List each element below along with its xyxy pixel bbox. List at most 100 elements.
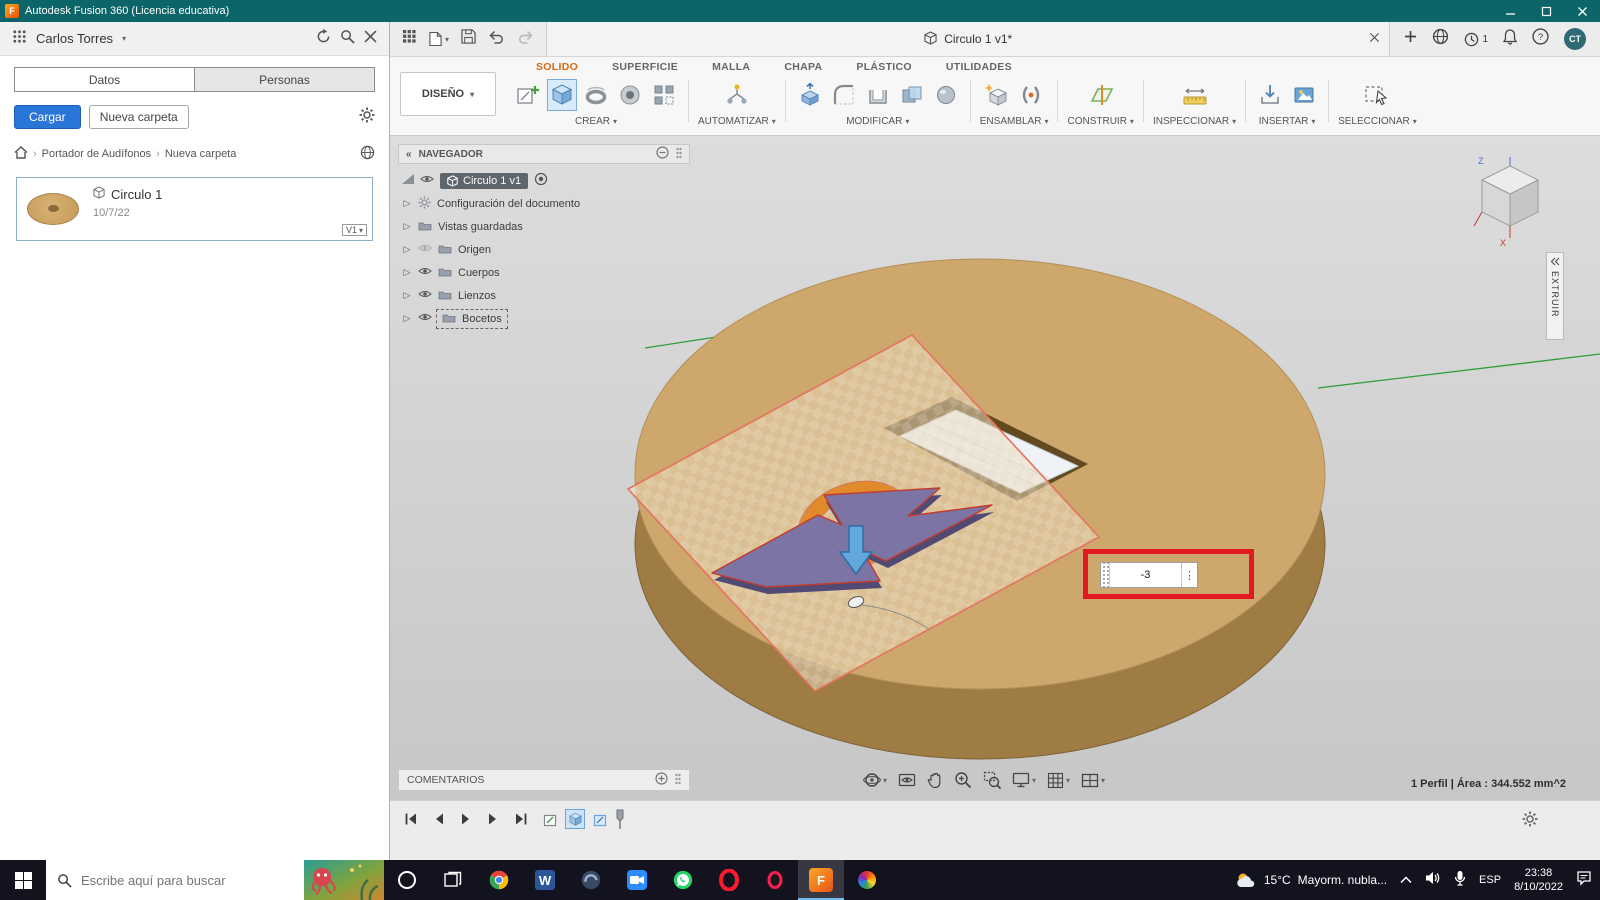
breadcrumb-folder-current[interactable]: Nueva carpeta: [165, 148, 237, 160]
help-icon[interactable]: ?: [1532, 28, 1549, 50]
notification-center-icon[interactable]: [1576, 870, 1592, 891]
search-highlight-art[interactable]: [304, 860, 384, 900]
play-icon[interactable]: [460, 812, 472, 831]
zoom-icon[interactable]: [954, 771, 972, 789]
input-language[interactable]: ESP: [1479, 874, 1501, 886]
visibility-eye-icon[interactable]: [418, 312, 432, 325]
app-icon[interactable]: [568, 860, 614, 900]
viewports-icon[interactable]: ▾: [1081, 773, 1105, 788]
app-grid-icon[interactable]: [402, 29, 417, 49]
visibility-eye-icon[interactable]: [418, 289, 432, 302]
extrude-dialog-collapsed-tab[interactable]: EXTRUIR: [1546, 252, 1564, 340]
browser-node-document-settings[interactable]: ▷ Configuración del documento: [398, 192, 690, 215]
data-settings-gear-icon[interactable]: [359, 107, 375, 128]
expand-caret-icon[interactable]: ▷: [402, 290, 412, 301]
group-label-crear[interactable]: CREAR ▾: [575, 116, 617, 127]
clock[interactable]: 23:38 8/10/2022: [1514, 866, 1563, 895]
fillet-button[interactable]: [829, 79, 859, 111]
close-data-panel-icon[interactable]: [364, 30, 377, 48]
speaker-icon[interactable]: [1425, 871, 1441, 890]
tab-datos[interactable]: Datos: [15, 68, 195, 91]
extrude-distance-input[interactable]: [1110, 563, 1181, 587]
design-file-card[interactable]: Circulo 1 10/7/22 V1 ▾: [16, 177, 373, 241]
view-cube[interactable]: Z X: [1470, 154, 1550, 248]
insert-button[interactable]: [1255, 79, 1285, 111]
user-avatar[interactable]: CT: [1564, 28, 1586, 50]
home-icon[interactable]: [14, 146, 28, 162]
group-label-seleccionar[interactable]: SELECCIONAR ▾: [1338, 116, 1417, 127]
visibility-eye-off-icon[interactable]: [418, 243, 432, 256]
display-settings-icon[interactable]: ▾: [1012, 772, 1036, 788]
joint-button[interactable]: [1016, 79, 1046, 111]
circle-app-icon[interactable]: [384, 860, 430, 900]
hub-name[interactable]: Carlos Torres: [36, 31, 113, 46]
go-to-start-icon[interactable]: [404, 812, 418, 831]
sketch-feature-icon[interactable]: [590, 809, 610, 829]
comments-panel[interactable]: COMENTARIOS: [398, 769, 690, 791]
version-badge[interactable]: V1 ▾: [341, 224, 367, 236]
browser-node-bodies[interactable]: ▷ Cuerpos: [398, 261, 690, 284]
extrude-button[interactable]: [547, 79, 577, 111]
step-back-icon[interactable]: [433, 812, 445, 831]
web-link-globe-icon[interactable]: [360, 145, 375, 163]
group-label-insertar[interactable]: INSERTAR ▾: [1259, 116, 1316, 127]
workspace-switcher[interactable]: DISEÑO ▾: [400, 72, 496, 116]
file-menu-icon[interactable]: ▾: [429, 31, 449, 47]
tab-utilidades[interactable]: UTILIDADES: [946, 61, 1012, 73]
construct-plane-button[interactable]: [1086, 79, 1116, 111]
panel-drag-handle[interactable]: [675, 773, 681, 788]
new-folder-button[interactable]: Nueva carpeta: [88, 105, 189, 129]
timeline-position-marker[interactable]: [615, 809, 625, 836]
expand-caret-icon[interactable]: ▷: [402, 267, 412, 278]
hub-grid-icon[interactable]: [12, 29, 27, 49]
activate-component-radio-icon[interactable]: [534, 172, 548, 189]
combine-button[interactable]: [897, 79, 927, 111]
tab-personas[interactable]: Personas: [195, 68, 374, 91]
save-icon[interactable]: [461, 29, 476, 49]
tab-superficie[interactable]: SUPERFICIE: [612, 61, 678, 73]
select-button[interactable]: [1362, 79, 1392, 111]
group-label-modificar[interactable]: MODIFICAR ▾: [846, 116, 909, 127]
start-button[interactable]: [0, 860, 46, 900]
browser-node-named-views[interactable]: ▷ Vistas guardadas: [398, 215, 690, 238]
maximize-button[interactable]: [1528, 0, 1564, 22]
notifications-bell-icon[interactable]: [1502, 28, 1518, 50]
browser-node-canvases[interactable]: ▷ Lienzos: [398, 284, 690, 307]
opera-icon[interactable]: [706, 860, 752, 900]
minimize-button[interactable]: [1492, 0, 1528, 22]
video-call-app-icon[interactable]: [614, 860, 660, 900]
search-icon[interactable]: [340, 29, 355, 49]
close-window-button[interactable]: [1564, 0, 1600, 22]
add-comment-icon[interactable]: [655, 772, 668, 788]
press-pull-button[interactable]: [795, 79, 825, 111]
browser-root-row[interactable]: Circulo 1 v1: [398, 169, 690, 192]
taskbar-search[interactable]: [46, 860, 304, 900]
upload-button[interactable]: Cargar: [14, 105, 81, 129]
grid-display-icon[interactable]: ▾: [1047, 772, 1070, 789]
word-icon[interactable]: W: [522, 860, 568, 900]
panel-drag-handle[interactable]: [676, 147, 682, 162]
physical-material-button[interactable]: [931, 79, 961, 111]
browser-node-origin[interactable]: ▷ Origen: [398, 238, 690, 261]
refresh-icon[interactable]: [316, 28, 331, 49]
expand-caret-icon[interactable]: ▷: [402, 244, 412, 255]
visibility-eye-icon[interactable]: [418, 266, 432, 279]
pattern-button[interactable]: [649, 79, 679, 111]
tab-solido[interactable]: SOLIDO: [536, 61, 578, 73]
taskbar-search-input[interactable]: [81, 872, 271, 888]
group-label-construir[interactable]: CONSTRUIR ▾: [1067, 116, 1133, 127]
create-sketch-button[interactable]: [513, 79, 543, 111]
visibility-eye-icon[interactable]: [420, 174, 434, 187]
revolve-button[interactable]: [581, 79, 611, 111]
expand-caret-icon[interactable]: ▷: [402, 221, 412, 232]
timeline-settings-gear-icon[interactable]: [1522, 811, 1538, 832]
new-component-button[interactable]: [982, 79, 1012, 111]
group-label-automatizar[interactable]: AUTOMATIZAR ▾: [698, 116, 776, 127]
expand-caret-icon[interactable]: ▷: [402, 198, 412, 209]
dimension-drag-grip[interactable]: [1101, 563, 1110, 587]
tab-malla[interactable]: MALLA: [712, 61, 750, 73]
hide-panel-icon[interactable]: [656, 146, 669, 162]
hole-button[interactable]: [615, 79, 645, 111]
document-tab[interactable]: Circulo 1 v1*: [546, 22, 1391, 56]
weather-widget[interactable]: 15°C Mayorm. nubla...: [1235, 871, 1387, 889]
